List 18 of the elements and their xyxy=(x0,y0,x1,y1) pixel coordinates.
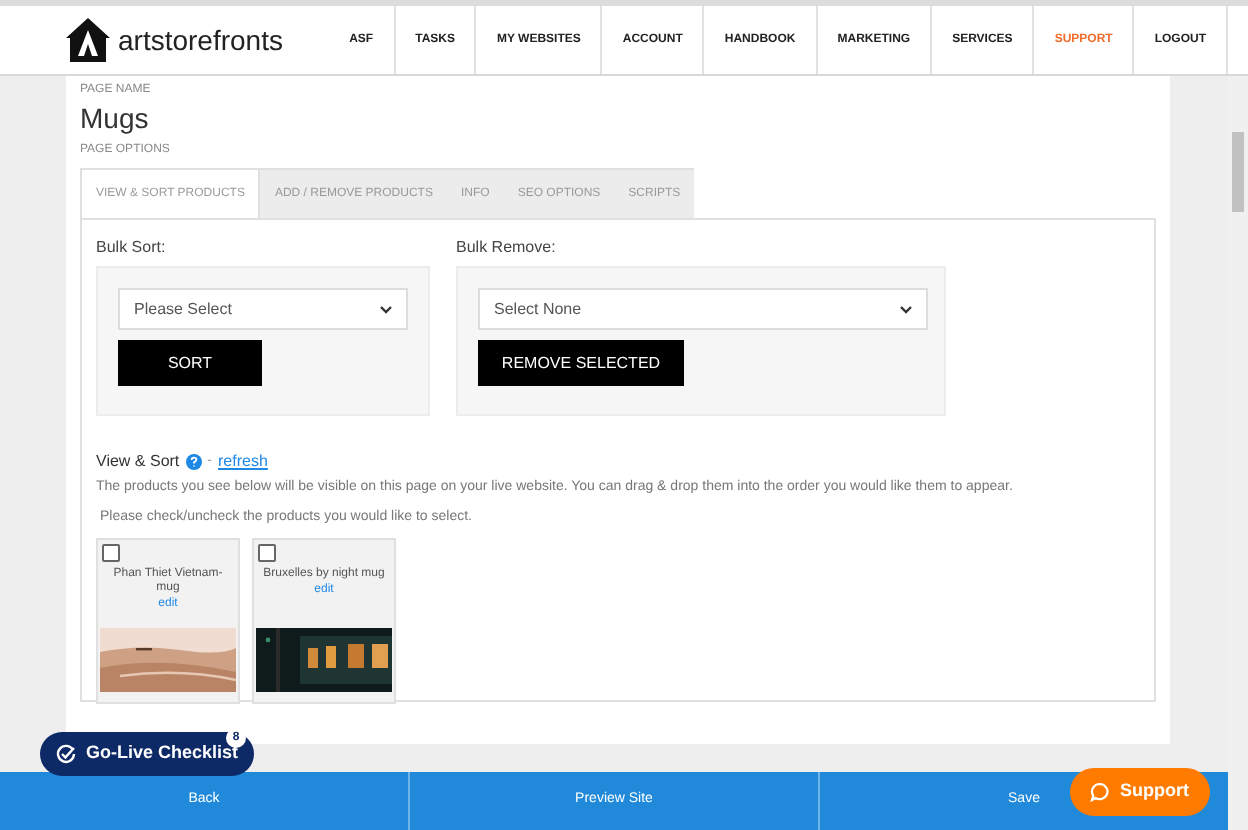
brand-name: artstorefronts xyxy=(118,21,283,59)
section-title: View & Sort xyxy=(96,450,180,474)
page-title: Mugs xyxy=(80,100,151,136)
action-button[interactable]: SORT xyxy=(118,340,262,386)
help-icon xyxy=(185,454,202,470)
dropdown[interactable]: Select None xyxy=(478,288,928,330)
checkbox[interactable] xyxy=(102,544,120,562)
section-label: Bulk Sort: xyxy=(96,236,168,260)
refresh-link[interactable]: refresh xyxy=(218,450,268,474)
chat-bubble-icon xyxy=(1090,782,1110,802)
check-circle-icon xyxy=(56,744,76,764)
chevron-down-icon xyxy=(380,305,392,313)
checkbox[interactable] xyxy=(258,544,276,562)
chevron-down-icon xyxy=(900,305,912,313)
house-logo-icon xyxy=(64,16,112,64)
action-button[interactable]: REMOVE SELECTED xyxy=(478,340,684,386)
dropdown[interactable]: Please Select xyxy=(118,288,408,330)
section-label: Bulk Remove: xyxy=(456,236,558,260)
